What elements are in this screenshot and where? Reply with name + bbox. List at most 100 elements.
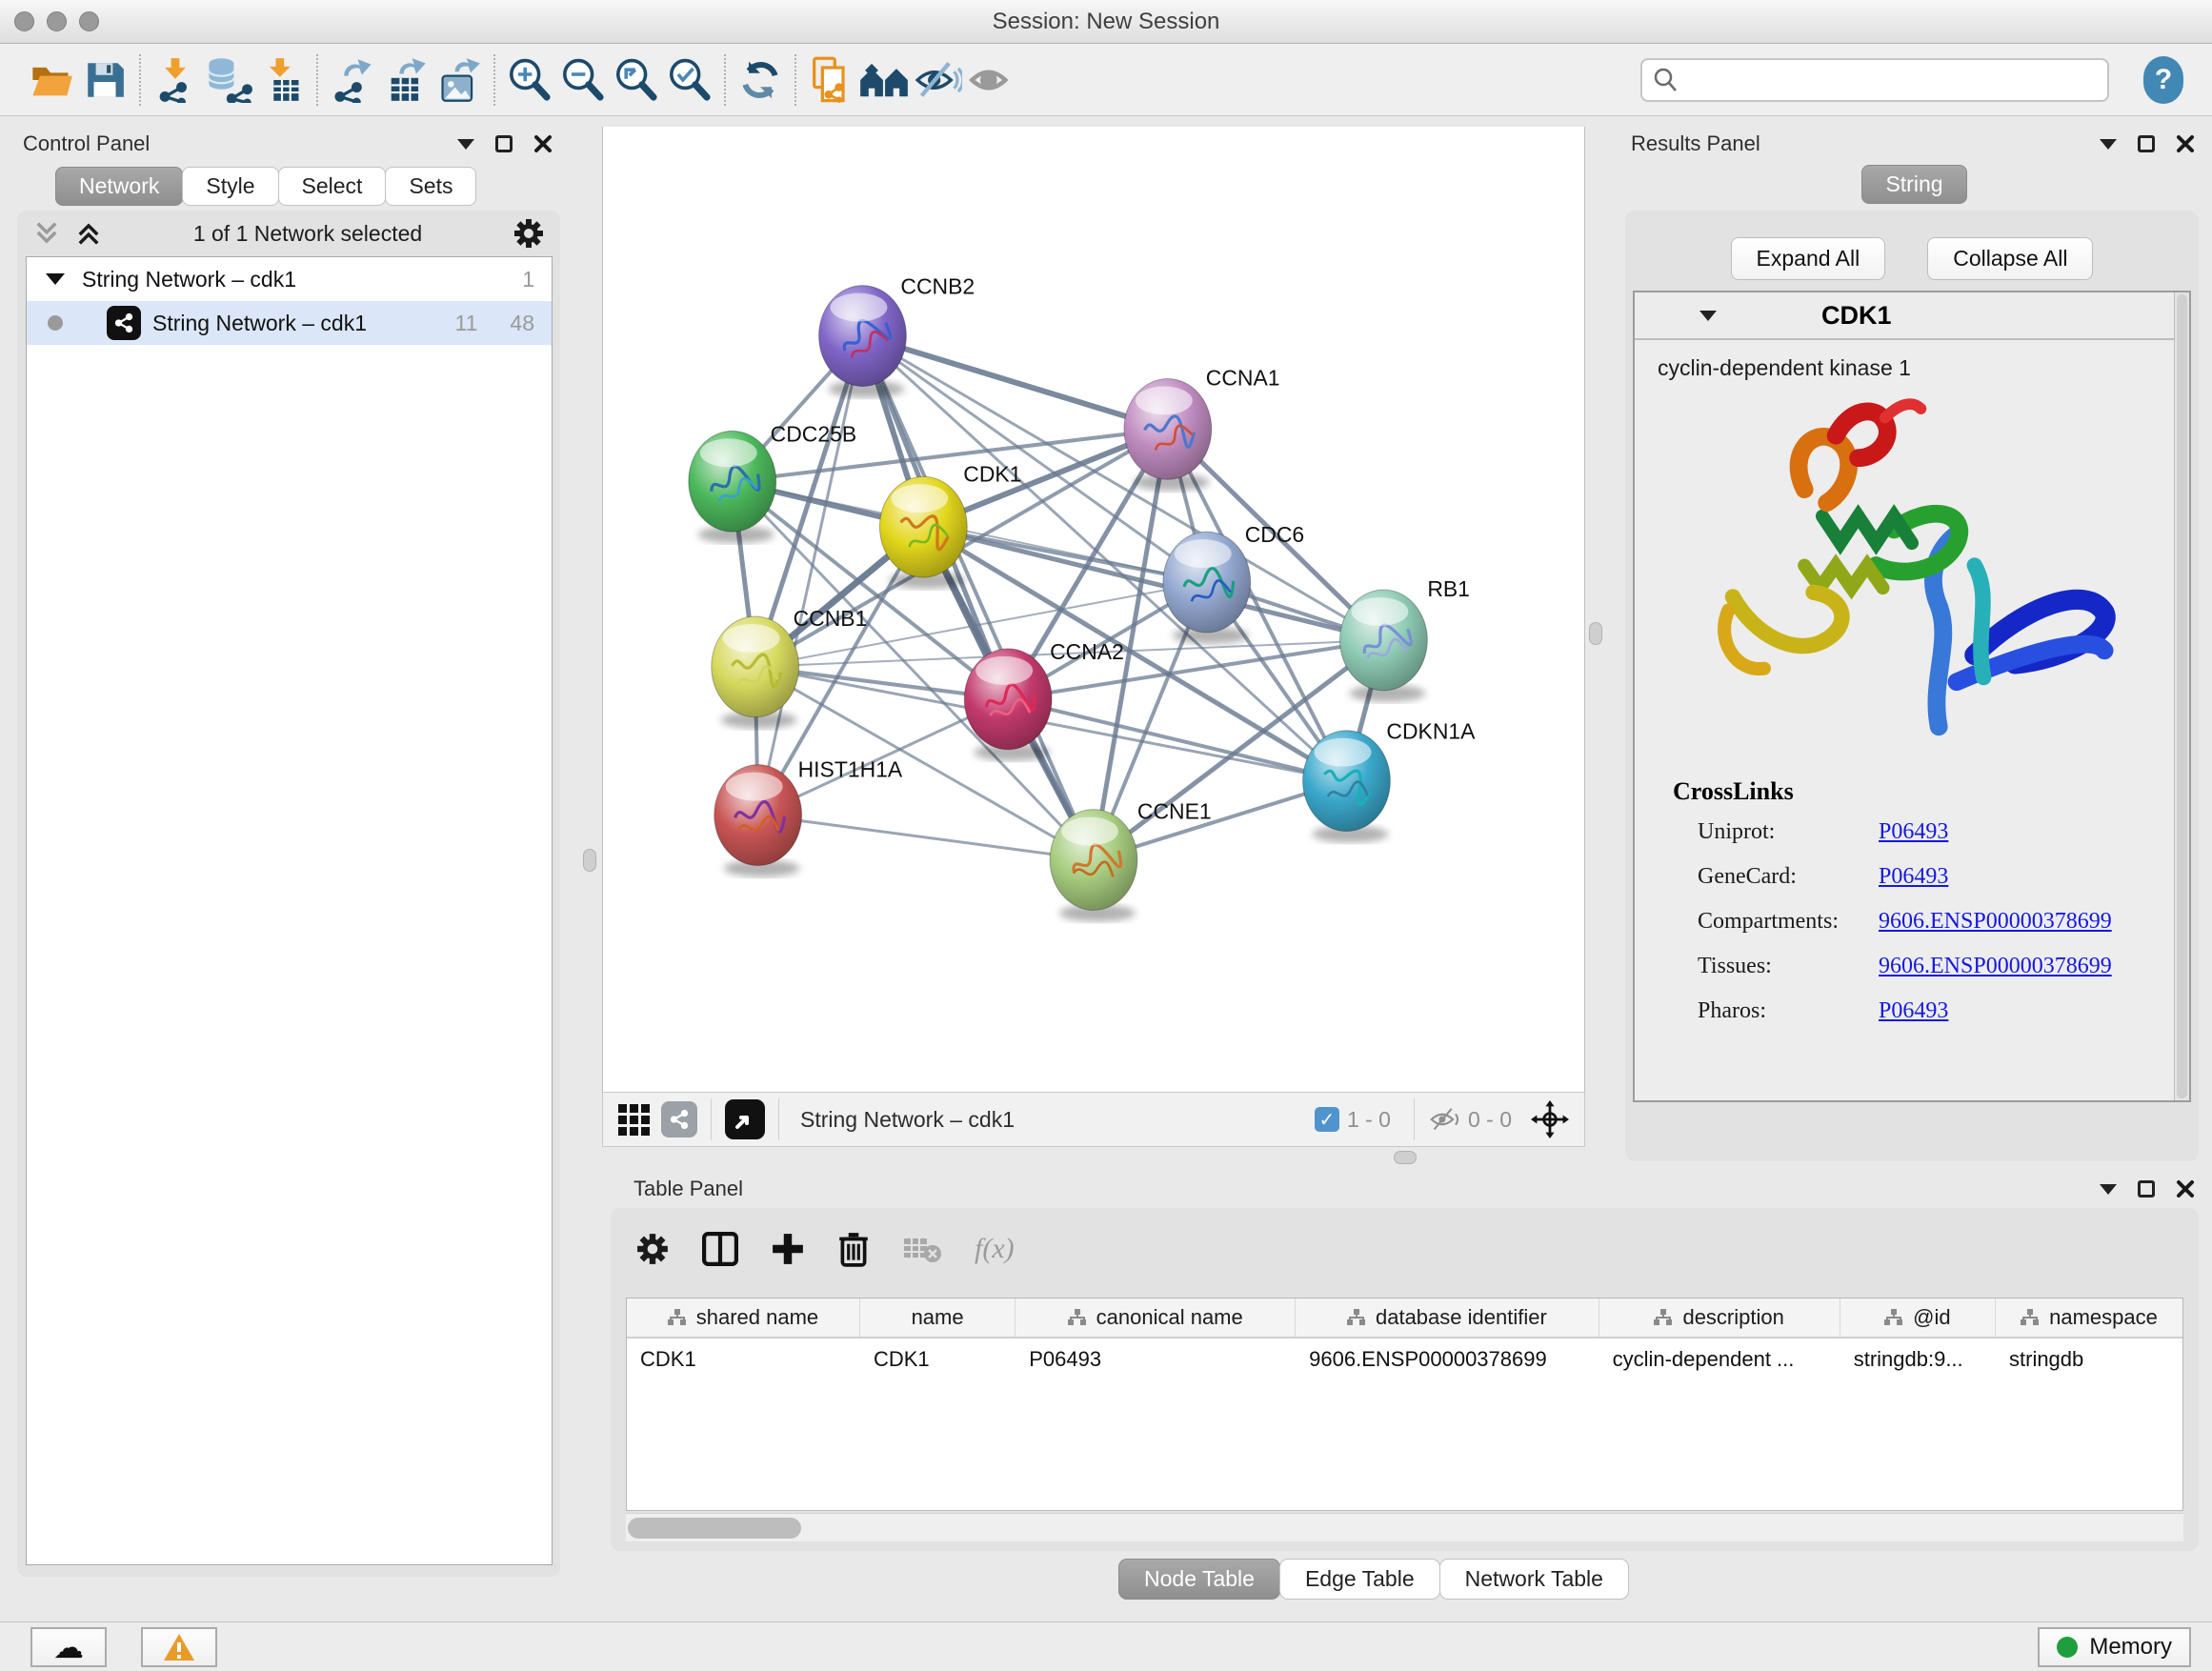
column-header-canonical-name[interactable]: canonical name bbox=[1016, 1299, 1296, 1337]
show-hidden-button[interactable] bbox=[964, 51, 1017, 109]
panel-menu-caret-icon[interactable] bbox=[457, 139, 474, 150]
zoom-in-button[interactable] bbox=[503, 51, 556, 109]
gene-description: cyclin-dependent kinase 1 bbox=[1635, 340, 2189, 381]
window-title: Session: New Session bbox=[0, 9, 2212, 35]
network-node-HIST1H1A[interactable]: HIST1H1A bbox=[714, 757, 903, 877]
network-node-CCNA1[interactable]: CCNA1 bbox=[1124, 365, 1280, 491]
grid-view-icon[interactable] bbox=[618, 1104, 650, 1136]
import-table-file-button[interactable] bbox=[255, 51, 309, 109]
network-edge-CCNB2-CCNA1[interactable] bbox=[862, 336, 1167, 430]
network-node-CCNE1[interactable]: CCNE1 bbox=[1050, 799, 1212, 922]
tab-network-table[interactable]: Network Table bbox=[1439, 1559, 1629, 1600]
tissues-link[interactable]: 9606.ENSP00000378699 bbox=[1879, 954, 2112, 979]
network-node-RB1[interactable]: RB1 bbox=[1339, 576, 1469, 702]
genecard-link[interactable]: P06493 bbox=[1879, 864, 1948, 890]
float-panel-icon[interactable] bbox=[495, 135, 513, 152]
delete-column-icon[interactable] bbox=[837, 1231, 870, 1267]
table-row[interactable]: CDK1 CDK1 P06493 9606.ENSP00000378699 cy… bbox=[627, 1339, 2182, 1380]
network-view-badge-icon[interactable] bbox=[661, 1101, 697, 1137]
network-edge-HIST1H1A-CCNE1[interactable] bbox=[758, 815, 1094, 860]
export-image-button[interactable] bbox=[432, 51, 486, 109]
tree-expand-caret-icon[interactable] bbox=[46, 273, 65, 285]
crosshair-icon[interactable] bbox=[1531, 1100, 1569, 1138]
clone-network-button[interactable] bbox=[804, 51, 857, 109]
memory-button[interactable]: Memory bbox=[2038, 1627, 2191, 1667]
results-scrollbar[interactable] bbox=[2174, 292, 2189, 1100]
zoom-out-button[interactable] bbox=[556, 51, 610, 109]
home-layouts-button[interactable] bbox=[857, 51, 911, 109]
close-panel-icon[interactable] bbox=[2176, 134, 2195, 153]
gene-collapse-caret-icon[interactable] bbox=[1699, 311, 1717, 321]
pharos-link[interactable]: P06493 bbox=[1879, 998, 1948, 1024]
save-session-button[interactable] bbox=[78, 51, 131, 109]
network-collection-row[interactable]: String Network – cdk1 1 bbox=[27, 257, 552, 301]
network-node-CDKN1A[interactable]: CDKN1A bbox=[1303, 719, 1477, 843]
tab-string[interactable]: String bbox=[1861, 165, 1966, 204]
current-network-name: String Network – cdk1 bbox=[800, 1107, 1015, 1133]
float-panel-icon[interactable] bbox=[2138, 1180, 2155, 1198]
hide-unhide-button[interactable] bbox=[911, 51, 964, 109]
show-columns-icon[interactable] bbox=[702, 1232, 738, 1266]
gene-section-header[interactable]: CDK1 bbox=[1635, 292, 2189, 340]
warnings-button[interactable] bbox=[141, 1627, 217, 1667]
open-folder-icon bbox=[29, 59, 74, 101]
sitemap-icon bbox=[2021, 1309, 2040, 1326]
search-input[interactable] bbox=[1679, 61, 2107, 99]
network-view[interactable]: CCNB2CCNA1CDC25BCDK1CDC6RB1CCNB1CCNA2CDK… bbox=[602, 127, 1585, 1092]
add-column-icon[interactable] bbox=[771, 1232, 805, 1266]
table-gear-icon[interactable] bbox=[635, 1232, 670, 1266]
network-node-CCNA2[interactable]: CCNA2 bbox=[964, 639, 1124, 761]
network-badge-icon bbox=[107, 306, 141, 340]
import-network-file-button[interactable] bbox=[149, 51, 202, 109]
compartments-link[interactable]: 9606.ENSP00000378699 bbox=[1879, 909, 2112, 935]
collapse-all-chevrons-icon[interactable] bbox=[32, 219, 61, 248]
tab-sets[interactable]: Sets bbox=[385, 167, 476, 206]
network-selection-status: 1 of 1 Network selected bbox=[103, 221, 513, 247]
refresh-button[interactable] bbox=[734, 51, 787, 109]
tab-edge-table[interactable]: Edge Table bbox=[1279, 1559, 1440, 1600]
clone-network-icon bbox=[808, 55, 854, 105]
tab-select[interactable]: Select bbox=[278, 167, 387, 206]
close-panel-icon[interactable] bbox=[2176, 1179, 2195, 1198]
node-label-CCNA2: CCNA2 bbox=[1050, 639, 1124, 664]
column-header-name[interactable]: name bbox=[860, 1299, 1016, 1337]
export-table-button[interactable] bbox=[379, 51, 432, 109]
import-network-database-button[interactable] bbox=[202, 51, 255, 109]
zoom-selected-button[interactable] bbox=[663, 51, 716, 109]
float-panel-icon[interactable] bbox=[2138, 135, 2155, 152]
open-session-button[interactable] bbox=[25, 51, 78, 109]
column-header-database-identifier[interactable]: database identifier bbox=[1296, 1299, 1599, 1337]
tab-network[interactable]: Network bbox=[55, 167, 183, 206]
tab-node-table[interactable]: Node Table bbox=[1118, 1559, 1280, 1600]
panel-menu-caret-icon[interactable] bbox=[2100, 1184, 2117, 1195]
zoom-fit-button[interactable] bbox=[610, 51, 663, 109]
birdseye-view-icon[interactable] bbox=[725, 1099, 765, 1139]
network-node-CCNB2[interactable]: CCNB2 bbox=[819, 274, 975, 398]
panel-menu-caret-icon[interactable] bbox=[2100, 139, 2117, 150]
column-header-shared-name[interactable]: shared name bbox=[627, 1299, 860, 1337]
column-header-namespace[interactable]: namespace bbox=[1996, 1299, 2182, 1337]
network-row-selected[interactable]: String Network – cdk1 1148 bbox=[27, 301, 552, 345]
right-splitter-handle[interactable] bbox=[1589, 622, 1602, 645]
hidden-eye-slash-icon[interactable] bbox=[1428, 1106, 1460, 1133]
tab-style[interactable]: Style bbox=[182, 167, 278, 206]
node-label-CDC25B: CDC25B bbox=[771, 421, 857, 446]
horizontal-splitter-handle[interactable] bbox=[1394, 1151, 1417, 1164]
cloud-status-button[interactable]: ☁ bbox=[30, 1627, 107, 1667]
table-horizontal-scrollbar[interactable] bbox=[626, 1513, 2183, 1541]
gear-icon[interactable] bbox=[513, 217, 545, 250]
network-edge-CCNB2-HIST1H1A[interactable] bbox=[758, 336, 863, 815]
selected-checkbox-icon[interactable]: ✓ bbox=[1315, 1107, 1339, 1132]
function-builder-icon-disabled: f(x) bbox=[975, 1233, 1015, 1265]
uniprot-link[interactable]: P06493 bbox=[1879, 819, 1948, 845]
collapse-all-button[interactable]: Collapse All bbox=[1927, 237, 2093, 280]
column-header-id[interactable]: @id bbox=[1840, 1299, 1996, 1337]
help-button[interactable]: ? bbox=[2143, 56, 2183, 104]
column-header-description[interactable]: description bbox=[1599, 1299, 1840, 1337]
import-network-icon bbox=[152, 57, 198, 103]
export-network-button[interactable] bbox=[326, 51, 379, 109]
expand-all-button[interactable]: Expand All bbox=[1731, 237, 1886, 280]
left-splitter-handle[interactable] bbox=[583, 849, 596, 872]
expand-all-chevrons-icon[interactable] bbox=[74, 219, 103, 248]
close-panel-icon[interactable] bbox=[533, 134, 553, 153]
